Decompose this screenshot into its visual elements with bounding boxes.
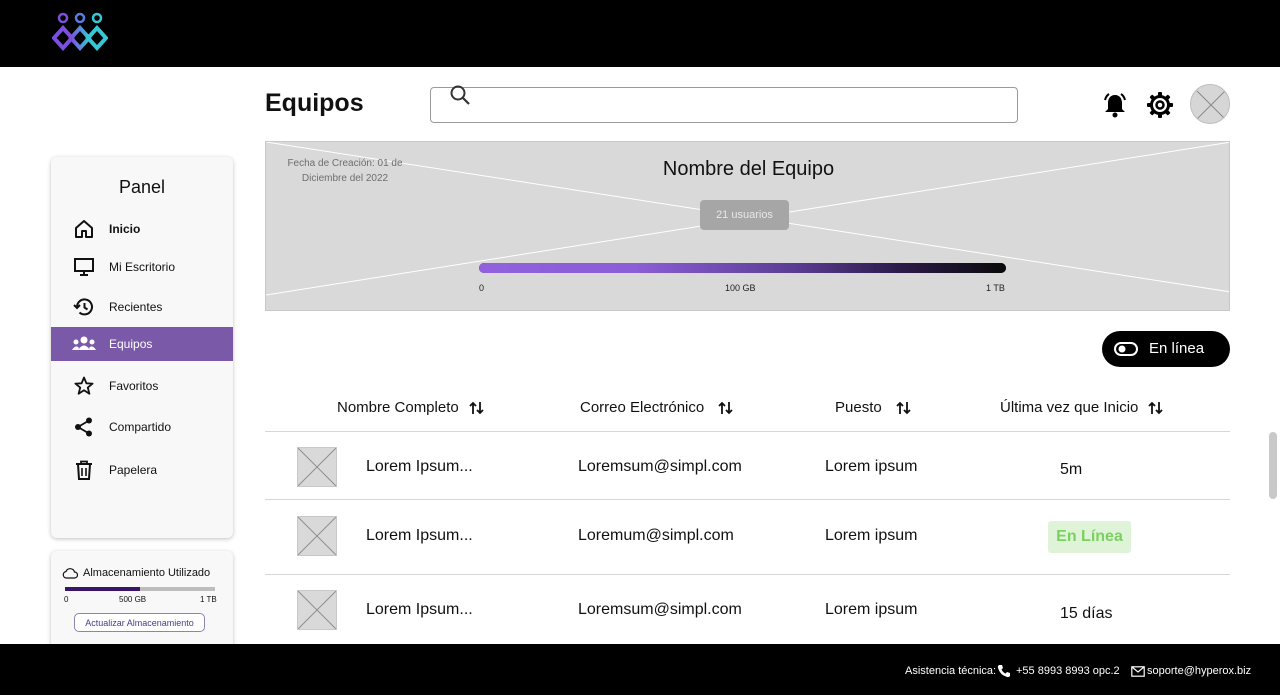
sort-icon[interactable] — [469, 401, 484, 415]
image-placeholder-icon — [297, 447, 337, 487]
user-last-login: 15 días — [1060, 605, 1113, 622]
storage-tick-max: 1 TB — [200, 595, 217, 604]
column-header-label: Nombre Completo — [337, 399, 459, 416]
column-header-last-login[interactable]: Última vez que Inicio — [1000, 399, 1164, 416]
user-name: Lorem Ipsum... — [366, 527, 473, 544]
sidebar-item-inicio[interactable]: Inicio — [51, 212, 233, 246]
users-count-badge: 21 usuarios — [700, 200, 789, 230]
sidebar-item-label: Compartido — [109, 420, 172, 434]
mail-icon — [1131, 666, 1145, 677]
image-placeholder-icon — [297, 590, 337, 630]
settings-gear-icon[interactable] — [1146, 91, 1174, 119]
storage-widget: Almacenamiento Utilizado 0 500 GB 1 TB A… — [51, 551, 233, 651]
table-row[interactable]: Lorem Ipsum... Loremsum@simpl.com Lorem … — [265, 574, 1230, 644]
footer: Asistencia técnica: +55 8993 8993 opc.2 … — [0, 644, 1280, 695]
user-thumbnail — [297, 590, 337, 630]
storage-tick-min: 0 — [64, 595, 69, 604]
sidebar-item-equipos[interactable]: Equipos — [51, 327, 233, 361]
user-name: Lorem Ipsum... — [366, 458, 473, 475]
sidebar-item-label: Recientes — [109, 300, 163, 314]
user-last-login: 5m — [1060, 461, 1083, 478]
online-status-badge: En Línea — [1048, 521, 1131, 553]
sort-icon[interactable] — [1148, 401, 1164, 415]
image-placeholder-icon — [297, 516, 337, 556]
monitor-icon — [74, 258, 94, 276]
storage-title: Almacenamiento Utilizado — [83, 567, 211, 579]
storage-tick-mid: 500 GB — [119, 595, 147, 604]
support-email[interactable]: soporte@hyperox.biz — [1147, 665, 1251, 677]
column-header-name[interactable]: Nombre Completo — [337, 399, 484, 416]
sidebar-item-papelera[interactable]: Papelera — [51, 453, 233, 487]
sidebar-item-favoritos[interactable]: Favoritos — [51, 369, 233, 403]
sidebar-item-mi-escritorio[interactable]: Mi Escritorio — [51, 250, 233, 284]
team-tick-max: 1 TB — [986, 283, 1005, 293]
phone-icon — [997, 665, 1010, 678]
search-bar[interactable] — [430, 85, 1018, 123]
sidebar-item-recientes[interactable]: Recientes — [51, 290, 233, 324]
table-row[interactable]: Lorem Ipsum... Loremum@simpl.com Lorem i… — [265, 499, 1230, 574]
team-storage-progress-bar — [479, 263, 1006, 273]
star-icon — [74, 376, 94, 395]
user-email: Loremum@simpl.com — [578, 527, 734, 544]
sidebar-item-label: Equipos — [109, 337, 153, 351]
team-tick-mid: 100 GB — [725, 283, 756, 293]
sidebar-item-label: Inicio — [109, 222, 141, 236]
toggle-switch-icon — [1114, 342, 1138, 356]
online-toggle-label: En línea — [1149, 340, 1205, 357]
share-icon — [75, 417, 92, 437]
page-title: Equipos — [265, 89, 364, 117]
user-role: Lorem ipsum — [825, 458, 918, 475]
user-role: Lorem ipsum — [825, 527, 918, 544]
team-tick-min: 0 — [479, 283, 485, 293]
avatar-placeholder-icon — [1196, 90, 1226, 120]
sort-icon[interactable] — [896, 401, 911, 415]
trash-icon — [76, 460, 92, 480]
home-icon — [75, 220, 93, 238]
support-phone[interactable]: +55 8993 8993 opc.2 — [1016, 665, 1120, 677]
storage-progress-bar — [65, 587, 215, 591]
user-thumbnail — [297, 516, 337, 556]
panel-title: Panel — [118, 177, 166, 197]
column-header-email[interactable]: Correo Electrónico — [580, 399, 733, 416]
online-filter-toggle[interactable]: En línea — [1102, 331, 1230, 367]
sidebar-item-label: Papelera — [109, 463, 158, 477]
team-storage-progress-fill — [479, 263, 1006, 273]
sort-icon[interactable] — [718, 401, 733, 415]
support-label: Asistencia técnica: — [905, 665, 997, 677]
history-icon — [73, 298, 93, 316]
user-avatar[interactable] — [1190, 84, 1230, 124]
user-email: Loremsum@simpl.com — [578, 601, 742, 618]
user-email: Loremsum@simpl.com — [578, 458, 742, 475]
vertical-scrollbar[interactable] — [1269, 432, 1277, 499]
sidebar-item-label: Mi Escritorio — [109, 260, 176, 274]
search-input[interactable] — [477, 94, 997, 116]
notification-bell-icon[interactable] — [1101, 91, 1129, 119]
user-role: Lorem ipsum — [825, 601, 918, 618]
sidebar-panel: Panel Inicio Mi Escritorio Recientes Equ… — [51, 157, 233, 538]
column-header-label: Puesto — [835, 399, 882, 416]
table-row[interactable]: Lorem Ipsum... Loremsum@simpl.com Lorem … — [265, 431, 1230, 499]
upgrade-storage-button[interactable]: Actualizar Almacenamiento — [74, 613, 205, 632]
sidebar-item-label: Favoritos — [109, 379, 159, 393]
user-name: Lorem Ipsum... — [366, 601, 473, 618]
search-icon — [450, 85, 470, 105]
column-header-label: Última vez que Inicio — [1000, 399, 1139, 416]
column-header-label: Correo Electrónico — [580, 399, 705, 416]
column-header-role[interactable]: Puesto — [835, 399, 911, 416]
team-icon — [72, 336, 96, 350]
team-name: Nombre del Equipo — [662, 158, 835, 180]
sidebar-item-compartido[interactable]: Compartido — [51, 410, 233, 444]
top-bar — [0, 0, 1280, 67]
cloud-icon — [62, 568, 78, 579]
team-banner: Fecha de Creación: 01 de Diciembre del 2… — [265, 141, 1230, 311]
app-logo[interactable] — [52, 12, 108, 52]
storage-progress-fill — [65, 587, 140, 591]
user-thumbnail — [297, 447, 337, 487]
